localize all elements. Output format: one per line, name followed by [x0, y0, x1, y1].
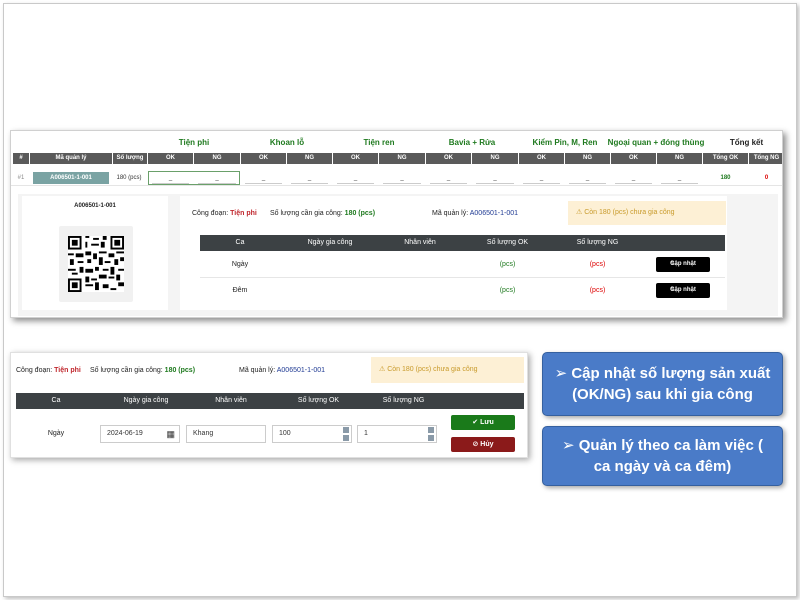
update-panel: Công đoạn: Tiện phi Số lượng cần gia côn…: [180, 196, 727, 310]
pencil-icon: ✎: [670, 287, 676, 293]
column-header-row: # Mã quản lý Số lượng OK NG OK NG OK NG …: [11, 153, 782, 164]
qty-value: 180 (pcs): [164, 367, 196, 374]
col-ng: NG: [657, 153, 702, 164]
cancel-icon: ⊘: [472, 441, 479, 448]
arrow-bullet-icon: ➢: [554, 365, 572, 382]
save-button[interactable]: ✔ Lưu: [451, 415, 515, 430]
stage-line: Công đoạn: Tiện phi: [16, 367, 81, 374]
stepper-icon[interactable]: [343, 427, 349, 441]
ng-cell[interactable]: _: [383, 172, 421, 184]
ng-cell[interactable]: _: [569, 172, 606, 184]
qr-panel: A006501-1-001: [22, 196, 168, 310]
arrow-bullet-icon: ➢: [562, 437, 579, 454]
ok-cell[interactable]: _: [615, 172, 652, 184]
process-name: Kiểm Pin, M, Ren: [532, 138, 598, 147]
row-index: #1: [17, 175, 25, 181]
warning-text: Còn 180 (pcs) chưa gia công: [387, 366, 478, 373]
total-ok-value: 180: [720, 175, 731, 181]
ng-cell[interactable]: _: [476, 172, 514, 184]
col-ok: OK: [426, 153, 471, 164]
row-qty: 180 (pcs): [116, 175, 142, 181]
col-ok: OK: [611, 153, 656, 164]
warning-alert: ⚠ Còn 180 (pcs) chưa gia công: [371, 357, 524, 383]
process-name: Bavia + Rửa: [448, 138, 496, 147]
calendar-icon[interactable]: ▦: [166, 426, 175, 442]
col-ok: OK: [148, 153, 193, 164]
stepper-icon[interactable]: [428, 427, 434, 441]
col-ng: NG: [565, 153, 610, 164]
col-ok: OK: [333, 153, 378, 164]
selected-cell-highlight: [148, 171, 240, 185]
process-name: Tiện ren: [363, 138, 395, 147]
warning-alert: ⚠ Còn 180 (pcs) chưa gia công: [568, 201, 726, 225]
row-code: A006501-1-001: [33, 172, 109, 184]
table-row[interactable]: #1 A006501-1-001 180 (pcs) _ _ _ _ _ _ _…: [11, 170, 782, 186]
cancel-button[interactable]: ⊘ Hủy: [451, 437, 515, 452]
col-qty: Số lượng: [113, 153, 147, 164]
process-name: Tiện phi: [178, 138, 210, 147]
shift-row-day: Ngày (pcs) (pcs) ✎ Cập nhật: [200, 252, 725, 278]
col-ng: NG: [472, 153, 518, 164]
qty-line: Số lượng cần gia công: 180 (pcs): [90, 367, 196, 374]
callout-shift-management: ➢ Quản lý theo ca làm việc ( ca ngày và …: [542, 426, 783, 486]
shift-edit-screenshot: Công đoạn: Tiện phi Số lượng cần gia côn…: [10, 352, 528, 458]
col-ok: OK: [241, 153, 286, 164]
total-ng-value: 0: [764, 175, 769, 181]
shift-table-header: Ca Ngày gia công Nhân viên Số lượng OK S…: [16, 393, 524, 409]
shift-label: Ngày: [47, 430, 65, 437]
warning-icon: ⚠: [576, 209, 583, 216]
ok-cell[interactable]: _: [523, 172, 560, 184]
col-ok: OK: [519, 153, 564, 164]
ng-quantity-input[interactable]: 1: [357, 425, 437, 443]
date-input[interactable]: 2024-06-19 ▦: [100, 425, 180, 443]
col-ng: NG: [379, 153, 425, 164]
stage-value: Tiện phi: [230, 210, 257, 217]
col-ng: NG: [194, 153, 240, 164]
col-total-ok: Tổng OK: [703, 153, 748, 164]
stage-value: Tiện phi: [54, 367, 81, 374]
stage-line: Công đoạn: Tiện phi: [192, 210, 257, 217]
code-line: Mã quản lý: A006501-1-001: [432, 210, 519, 217]
col-code: Mã quản lý: [30, 153, 112, 164]
shift-row-night: Đêm (pcs) (pcs) ✎ Cập nhật: [200, 278, 725, 304]
code-value: A006501-1-001: [276, 367, 326, 374]
summary-header: Tổng kết: [729, 138, 764, 147]
detail-panel: A006501-1-001 Công đoạn: Tiện phi Số lượ…: [18, 194, 778, 316]
update-button[interactable]: ✎ Cập nhật: [656, 283, 710, 298]
col-ng: NG: [287, 153, 332, 164]
process-name: Ngoại quan + đóng thùng: [607, 138, 705, 147]
qr-code-icon: [68, 236, 124, 292]
code-line: Mã quản lý: A006501-1-001: [239, 367, 326, 374]
ng-cell[interactable]: _: [291, 172, 328, 184]
qr-code: [59, 226, 133, 302]
callout-quantity-update: ➢ Cập nhật số lượng sản xuất (OK/NG) sau…: [542, 352, 783, 416]
employee-input[interactable]: Khang: [186, 425, 266, 443]
code-value: A006501-1-001: [469, 210, 519, 217]
production-tracking-screenshot: Tiện phi Khoan lỗ Tiện ren Bavia + Rửa K…: [10, 130, 783, 318]
process-name: Khoan lỗ: [269, 138, 305, 147]
ok-quantity-input[interactable]: 100: [272, 425, 352, 443]
shift-table-header: Ca Ngày gia công Nhân viên Số lượng OK S…: [200, 235, 725, 251]
col-index: #: [13, 153, 29, 164]
col-total-ng: Tổng NG: [749, 153, 782, 164]
ok-cell[interactable]: _: [430, 172, 467, 184]
warning-text: Còn 180 (pcs) chưa gia công: [584, 209, 675, 216]
pencil-icon: ✎: [670, 261, 676, 267]
qty-value: 180 (pcs): [344, 210, 376, 217]
process-header-row: Tiện phi Khoan lỗ Tiện ren Bavia + Rửa K…: [11, 131, 782, 153]
ok-cell[interactable]: _: [245, 172, 282, 184]
ng-cell[interactable]: _: [661, 172, 698, 184]
qty-line: Số lượng cần gia công: 180 (pcs): [270, 210, 376, 217]
check-icon: ✔: [472, 419, 479, 426]
qr-code-label: A006501-1-001: [74, 203, 116, 209]
update-button[interactable]: ✎ Cập nhật: [656, 257, 710, 272]
ok-cell[interactable]: _: [337, 172, 374, 184]
warning-icon: ⚠: [379, 366, 386, 373]
